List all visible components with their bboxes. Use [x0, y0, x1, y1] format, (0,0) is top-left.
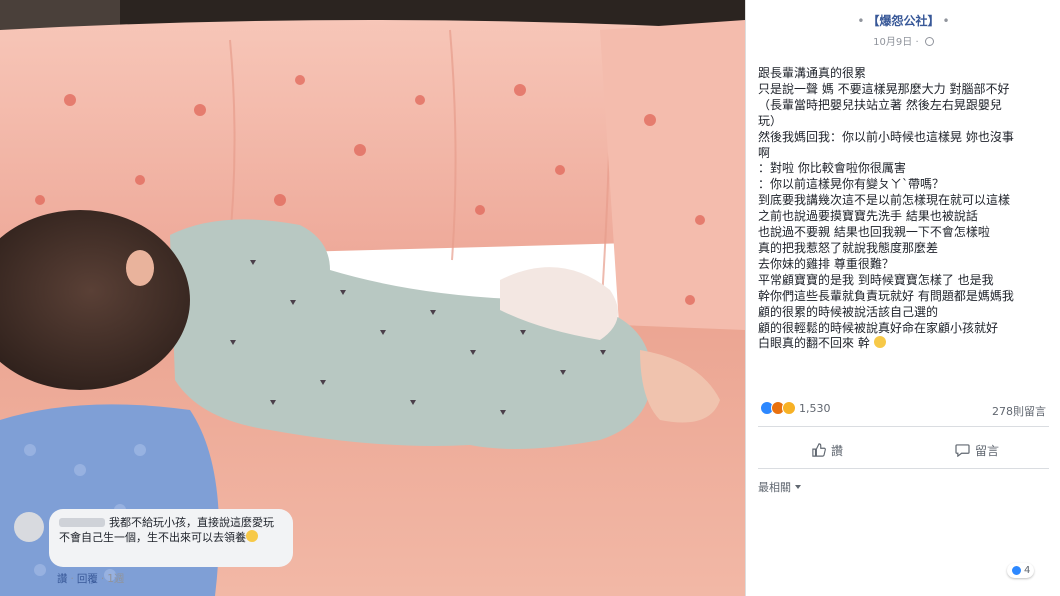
like-reaction-icon — [1011, 565, 1022, 576]
post-meta: 10月9日 · — [746, 33, 1060, 48]
comment-bubble: 我都不給玩小孩，直接說這麼愛玩不會自己生一個，生不出來可以去領養 — [49, 509, 293, 567]
post-panel: • 【爆怨公社】 • 10月9日 · 跟長輩溝通真的很累 只是說一聲 媽 不要這樣晃那… — [745, 0, 1060, 596]
grinning-sweat-emoji-icon — [873, 336, 886, 349]
post-body: 跟長輩溝通真的很累 只是說一聲 媽 不要這樣晃那麼大力 對腦部不好 （長輩當時把嬰兒… — [758, 66, 1056, 352]
post-date[interactable]: 10月9日 — [873, 37, 912, 48]
post-text-line: 去你妹的雞排 尊重很難？ — [758, 256, 894, 271]
grinning-sweat-emoji-icon — [246, 530, 258, 542]
post-text-line: 顧的很累的時候被說活該自己選的 — [758, 304, 939, 319]
page-header: • 【爆怨公社】 • — [746, 12, 1060, 29]
comment-sort-dropdown[interactable]: 最相關 — [758, 479, 801, 495]
post-text-line: 白眼真的翻不回來 幹 — [758, 336, 870, 351]
post-photo[interactable] — [0, 0, 745, 596]
post-text-line: ：對啦 你比較會啦你很厲害 — [758, 161, 906, 176]
comment-bubble-icon — [955, 443, 970, 457]
divider — [758, 468, 1049, 469]
post-text-line: 然後我媽回我：你以前小時候也這樣晃 妳也沒事 — [758, 129, 1014, 144]
post-text-line: 顧的很輕鬆的時候被說真好命在家顧小孩就好 — [758, 320, 999, 335]
page-name-link[interactable]: 【爆怨公社】 — [867, 14, 939, 28]
separator-dot: • — [857, 14, 865, 28]
reaction-count: 1,530 — [799, 402, 831, 415]
post-text-line: 之前也說過要摸寶寶先洗手 結果也被說話 — [758, 209, 978, 224]
separator-dot: · — [100, 573, 105, 585]
wow-reaction-icon — [782, 401, 796, 415]
comment-time[interactable]: 1週 — [107, 573, 124, 585]
comment-reply-link[interactable]: 回覆 — [77, 573, 98, 585]
post-text-line: 幹你們這些長輩就負責玩就好 有問題都是媽媽我 — [758, 288, 1014, 303]
post-text-line: 跟長輩溝通真的很累 — [758, 66, 867, 80]
post-text-line: 到底要我講幾次這不是以前怎樣現在就可以這樣 — [758, 193, 1011, 208]
post-text-line: 也說過不要親 結果也回我親一下不會怎樣啦 — [758, 225, 990, 240]
caret-down-icon — [795, 485, 801, 489]
comment-reaction-count: 4 — [1024, 565, 1031, 576]
like-label: 讚 — [831, 443, 844, 458]
post-text-line: 真的把我惹怒了就說我態度那麼差 — [758, 240, 939, 255]
globe-icon — [924, 37, 934, 46]
like-button[interactable]: 讚 — [812, 439, 843, 461]
comment-count-link[interactable]: 278則留言 — [992, 403, 1046, 419]
post-text-line: （長輩當時把嬰兒扶站立著 然後左右晃跟嬰兒 — [758, 97, 1002, 112]
post-text-line: ：你以前這樣晃你有變ㄆㄚˋ帶嗎？ — [758, 177, 945, 192]
screenshot: • 【爆怨公社】 • 10月9日 · 跟長輩溝通真的很累 只是說一聲 媽 不要這樣晃那… — [0, 0, 1060, 596]
commenter-name-redacted[interactable] — [59, 518, 105, 527]
post-text-line: 只是說一聲 媽 不要這樣晃那麼大力 對腦部不好 — [758, 81, 1010, 96]
comment-text: 我都不給玩小孩，直接說這麼愛玩不會自己生一個，生不出來可以去領養 — [59, 516, 283, 545]
divider — [758, 426, 1049, 427]
comment-like-link[interactable]: 讚 — [57, 573, 68, 585]
commenter-avatar[interactable] — [14, 512, 44, 542]
comment-button[interactable]: 留言 — [955, 439, 999, 461]
post-text-last-line: 白眼真的翻不回來 幹 — [758, 336, 1056, 352]
post-text-line: 玩） — [758, 113, 783, 128]
post-text-line: 啊 — [758, 145, 771, 160]
separator-dot: · — [915, 37, 919, 48]
sort-label: 最相關 — [758, 481, 791, 494]
reaction-summary[interactable]: 1,530 — [760, 401, 831, 415]
baby-photo-illustration — [0, 0, 745, 596]
post-text-line: 平常顧寶寶的是我 到時候寶寶怎樣了 也是我 — [758, 272, 994, 287]
thumbs-up-icon — [812, 443, 826, 457]
comment-actions: 讚 · 回覆 · 1週 — [57, 571, 124, 586]
separator-dot: · — [70, 573, 74, 585]
separator-dot: • — [942, 14, 950, 28]
comment-label: 留言 — [975, 443, 1000, 458]
